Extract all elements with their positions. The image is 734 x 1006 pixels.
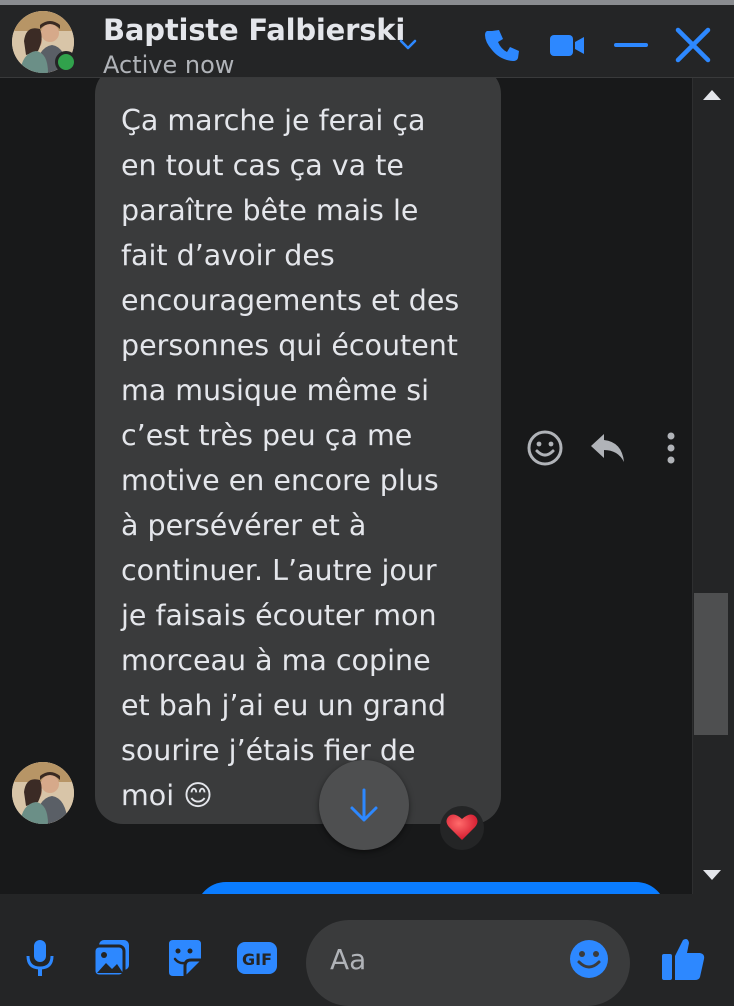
scrollbar-thumb[interactable] xyxy=(694,593,728,735)
emoji-icon[interactable] xyxy=(568,938,610,980)
microphone-icon[interactable] xyxy=(18,936,62,980)
contact-name[interactable]: Baptiste Falbierski xyxy=(103,13,405,47)
photo-icon[interactable] xyxy=(90,936,134,980)
chat-scrollbar[interactable] xyxy=(692,78,733,894)
phone-icon[interactable] xyxy=(484,25,524,65)
heart-icon xyxy=(446,814,478,840)
sent-message-bubble[interactable] xyxy=(196,882,666,894)
arrow-down-icon xyxy=(350,788,378,822)
message-text: Ça marche je ferai ça en tout cas ça va … xyxy=(121,104,460,812)
scroll-up-arrow[interactable] xyxy=(703,90,721,100)
message-reaction[interactable] xyxy=(440,806,484,850)
scroll-down-arrow[interactable] xyxy=(703,870,721,880)
video-icon[interactable] xyxy=(547,25,587,65)
reply-icon[interactable] xyxy=(588,428,628,468)
active-status: Active now xyxy=(103,51,235,79)
svg-text:GIF: GIF xyxy=(242,950,272,969)
message-input-box[interactable] xyxy=(306,920,630,1006)
chat-header: Baptiste Falbierski Active now xyxy=(0,5,734,79)
message-input[interactable] xyxy=(328,936,562,982)
gif-icon[interactable]: GIF xyxy=(235,936,279,980)
message-list[interactable]: Ça marche je ferai ça en tout cas ça va … xyxy=(0,78,692,894)
react-icon[interactable] xyxy=(525,428,565,468)
scroll-to-bottom-button[interactable] xyxy=(319,760,409,850)
close-icon[interactable] xyxy=(673,25,713,65)
sender-avatar[interactable] xyxy=(12,762,74,824)
chevron-down-icon[interactable] xyxy=(396,32,420,56)
minimize-icon[interactable] xyxy=(611,25,651,65)
like-icon[interactable] xyxy=(660,934,708,982)
message-bubble[interactable]: Ça marche je ferai ça en tout cas ça va … xyxy=(95,78,501,824)
online-status-dot xyxy=(55,51,77,73)
more-options-icon[interactable] xyxy=(651,428,691,468)
sticker-icon[interactable] xyxy=(163,936,207,980)
message-composer: GIF xyxy=(0,894,734,1006)
